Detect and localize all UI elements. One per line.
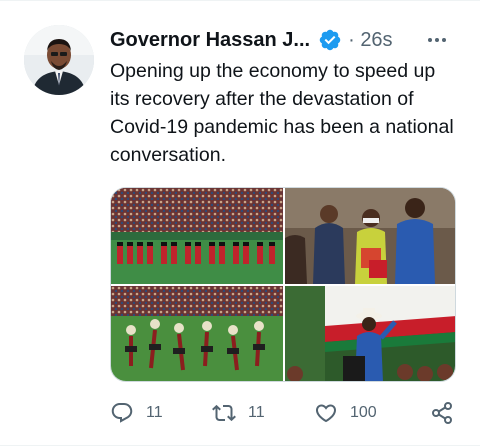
photo-1[interactable] [111,188,283,284]
tweet-card[interactable]: Governor Hassan J... · 26s Opening up th… [0,0,480,446]
officials-greeting-image [285,188,455,284]
more-options-button[interactable] [422,25,452,55]
reply-button[interactable]: 11 [110,395,163,431]
more-horizontal-icon [428,38,446,42]
like-button[interactable]: 100 [314,395,377,431]
media-grid [110,187,456,382]
stadium-parade-image [111,188,283,284]
photo-2[interactable] [285,188,455,284]
time-value: 26s [360,28,393,51]
heart-icon [315,404,337,423]
verified-badge-icon [319,29,341,51]
share-button[interactable] [430,395,454,431]
photo-4[interactable] [285,286,455,381]
author-name[interactable]: Governor Hassan J... [110,29,310,52]
like-count: 100 [350,404,377,421]
avatar-image [24,25,94,95]
cultural-dancers-image [111,286,283,381]
speaker-podium-image [285,286,455,381]
tweet-actions: 11 11 100 [110,395,460,431]
avatar[interactable] [24,25,94,95]
tweet-header: Governor Hassan J... · 26s [110,25,464,55]
reply-count: 11 [146,404,163,421]
photo-3[interactable] [111,286,283,381]
retweet-button[interactable]: 11 [212,395,265,431]
share-icon [432,402,452,424]
time-separator: · [348,28,355,51]
retweet-count: 11 [248,404,265,421]
retweet-icon [212,404,236,422]
timestamp[interactable]: · 26s [348,29,392,52]
reply-icon [111,403,133,423]
tweet-text: Opening up the economy to speed up its r… [110,60,454,166]
